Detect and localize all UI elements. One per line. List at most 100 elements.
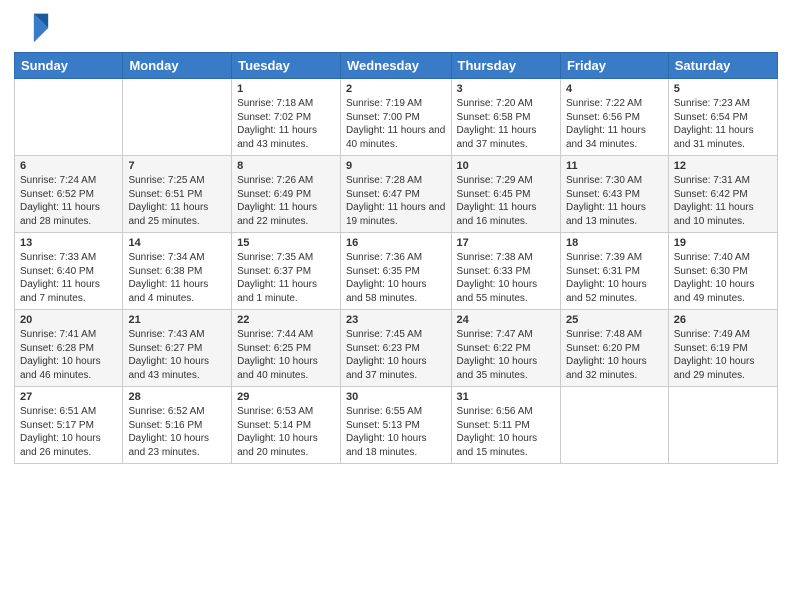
day-number: 25 (566, 314, 663, 326)
day-number: 2 (346, 83, 446, 95)
calendar-cell: 5 Sunrise: 7:23 AM Sunset: 6:54 PM Daylig… (668, 79, 777, 156)
week-row-4: 20 Sunrise: 7:41 AM Sunset: 6:28 PM Dayli… (15, 310, 778, 387)
calendar-cell: 10Sunrise: 7:29 AM Sunset: 6:45 PM Dayli… (451, 156, 560, 233)
day-info: Sunrise: 7:43 AM Sunset: 6:27 PM Dayligh… (128, 328, 226, 382)
day-number: 20 (20, 314, 117, 326)
day-number: 10 (457, 160, 555, 172)
calendar-cell: 30 Sunrise: 6:55 AM Sunset: 5:13 PM Dayli… (340, 387, 451, 464)
day-info: Sunrise: 7:18 AM Sunset: 7:02 PM Dayligh… (237, 97, 335, 151)
calendar-cell: 27 Sunrise: 6:51 AM Sunset: 5:17 PM Dayli… (15, 387, 123, 464)
day-number: 18 (566, 237, 663, 249)
calendar-cell (15, 79, 123, 156)
day-info: Sunrise: 7:26 AM Sunset: 6:49 PM Dayligh… (237, 174, 335, 228)
logo (14, 10, 52, 46)
day-number: 23 (346, 314, 446, 326)
day-number: 11 (566, 160, 663, 172)
day-info: Sunrise: 7:31 AM Sunset: 6:42 PM Dayligh… (674, 174, 772, 228)
calendar-cell (560, 387, 668, 464)
week-row-3: 13 Sunrise: 7:33 AM Sunset: 6:40 PM Dayli… (15, 233, 778, 310)
calendar-cell: 7Sunrise: 7:25 AM Sunset: 6:51 PM Daylig… (123, 156, 232, 233)
day-info: Sunrise: 6:53 AM Sunset: 5:14 PM Dayligh… (237, 405, 335, 459)
day-number: 29 (237, 391, 335, 403)
calendar-cell: 22 Sunrise: 7:44 AM Sunset: 6:25 PM Dayli… (232, 310, 341, 387)
calendar-cell: 26Sunrise: 7:49 AM Sunset: 6:19 PM Dayli… (668, 310, 777, 387)
weekday-header-thursday: Thursday (451, 53, 560, 79)
calendar-cell: 16 Sunrise: 7:36 AM Sunset: 6:35 PM Dayli… (340, 233, 451, 310)
day-info: Sunrise: 7:35 AM Sunset: 6:37 PM Dayligh… (237, 251, 335, 305)
day-number: 22 (237, 314, 335, 326)
day-number: 5 (674, 83, 772, 95)
calendar-cell: 24 Sunrise: 7:47 AM Sunset: 6:22 PM Dayli… (451, 310, 560, 387)
day-number: 21 (128, 314, 226, 326)
day-info: Sunrise: 7:39 AM Sunset: 6:31 PM Dayligh… (566, 251, 663, 305)
calendar-cell: 17Sunrise: 7:38 AM Sunset: 6:33 PM Dayli… (451, 233, 560, 310)
calendar-table: SundayMondayTuesdayWednesdayThursdayFrid… (14, 52, 778, 464)
calendar-cell: 9 Sunrise: 7:28 AM Sunset: 6:47 PM Daylig… (340, 156, 451, 233)
calendar-cell: 29 Sunrise: 6:53 AM Sunset: 5:14 PM Dayli… (232, 387, 341, 464)
day-number: 15 (237, 237, 335, 249)
day-info: Sunrise: 7:49 AM Sunset: 6:19 PM Dayligh… (674, 328, 772, 382)
calendar-cell: 14 Sunrise: 7:34 AM Sunset: 6:38 PM Dayli… (123, 233, 232, 310)
day-number: 30 (346, 391, 446, 403)
weekday-header-row: SundayMondayTuesdayWednesdayThursdayFrid… (15, 53, 778, 79)
day-info: Sunrise: 7:48 AM Sunset: 6:20 PM Dayligh… (566, 328, 663, 382)
weekday-header-monday: Monday (123, 53, 232, 79)
day-number: 31 (457, 391, 555, 403)
day-info: Sunrise: 7:45 AM Sunset: 6:23 PM Dayligh… (346, 328, 446, 382)
calendar-cell: 13 Sunrise: 7:33 AM Sunset: 6:40 PM Dayli… (15, 233, 123, 310)
calendar-cell (668, 387, 777, 464)
day-info: Sunrise: 7:23 AM Sunset: 6:54 PM Dayligh… (674, 97, 772, 151)
calendar-cell: 23 Sunrise: 7:45 AM Sunset: 6:23 PM Dayli… (340, 310, 451, 387)
day-info: Sunrise: 7:19 AM Sunset: 7:00 PM Dayligh… (346, 97, 446, 151)
day-info: Sunrise: 7:47 AM Sunset: 6:22 PM Dayligh… (457, 328, 555, 382)
day-info: Sunrise: 7:24 AM Sunset: 6:52 PM Dayligh… (20, 174, 117, 228)
day-number: 14 (128, 237, 226, 249)
day-info: Sunrise: 6:56 AM Sunset: 5:11 PM Dayligh… (457, 405, 555, 459)
day-number: 9 (346, 160, 446, 172)
day-info: Sunrise: 6:52 AM Sunset: 5:16 PM Dayligh… (128, 405, 226, 459)
day-number: 28 (128, 391, 226, 403)
calendar-cell: 15 Sunrise: 7:35 AM Sunset: 6:37 PM Dayli… (232, 233, 341, 310)
calendar-cell: 21 Sunrise: 7:43 AM Sunset: 6:27 PM Dayli… (123, 310, 232, 387)
weekday-header-friday: Friday (560, 53, 668, 79)
logo-icon (14, 10, 50, 46)
day-info: Sunrise: 7:44 AM Sunset: 6:25 PM Dayligh… (237, 328, 335, 382)
day-info: Sunrise: 7:34 AM Sunset: 6:38 PM Dayligh… (128, 251, 226, 305)
calendar-cell: 4Sunrise: 7:22 AM Sunset: 6:56 PM Daylig… (560, 79, 668, 156)
calendar-cell (123, 79, 232, 156)
day-number: 4 (566, 83, 663, 95)
page: SundayMondayTuesdayWednesdayThursdayFrid… (0, 0, 792, 612)
day-number: 27 (20, 391, 117, 403)
day-info: Sunrise: 7:36 AM Sunset: 6:35 PM Dayligh… (346, 251, 446, 305)
day-info: Sunrise: 7:20 AM Sunset: 6:58 PM Dayligh… (457, 97, 555, 151)
calendar-cell: 19Sunrise: 7:40 AM Sunset: 6:30 PM Dayli… (668, 233, 777, 310)
week-row-5: 27 Sunrise: 6:51 AM Sunset: 5:17 PM Dayli… (15, 387, 778, 464)
week-row-1: 1 Sunrise: 7:18 AM Sunset: 7:02 PM Daylig… (15, 79, 778, 156)
weekday-header-tuesday: Tuesday (232, 53, 341, 79)
calendar-cell: 25 Sunrise: 7:48 AM Sunset: 6:20 PM Dayli… (560, 310, 668, 387)
day-number: 3 (457, 83, 555, 95)
calendar-cell: 12 Sunrise: 7:31 AM Sunset: 6:42 PM Dayli… (668, 156, 777, 233)
day-info: Sunrise: 7:28 AM Sunset: 6:47 PM Dayligh… (346, 174, 446, 228)
day-number: 7 (128, 160, 226, 172)
calendar-cell: 28 Sunrise: 6:52 AM Sunset: 5:16 PM Dayli… (123, 387, 232, 464)
day-info: Sunrise: 7:38 AM Sunset: 6:33 PM Dayligh… (457, 251, 555, 305)
weekday-header-sunday: Sunday (15, 53, 123, 79)
day-info: Sunrise: 7:41 AM Sunset: 6:28 PM Dayligh… (20, 328, 117, 382)
day-number: 1 (237, 83, 335, 95)
day-number: 24 (457, 314, 555, 326)
week-row-2: 6Sunrise: 7:24 AM Sunset: 6:52 PM Daylig… (15, 156, 778, 233)
day-info: Sunrise: 7:40 AM Sunset: 6:30 PM Dayligh… (674, 251, 772, 305)
day-info: Sunrise: 6:55 AM Sunset: 5:13 PM Dayligh… (346, 405, 446, 459)
weekday-header-wednesday: Wednesday (340, 53, 451, 79)
calendar-cell: 3 Sunrise: 7:20 AM Sunset: 6:58 PM Daylig… (451, 79, 560, 156)
day-info: Sunrise: 7:33 AM Sunset: 6:40 PM Dayligh… (20, 251, 117, 305)
day-number: 13 (20, 237, 117, 249)
header (14, 10, 778, 46)
weekday-header-saturday: Saturday (668, 53, 777, 79)
calendar-cell: 1 Sunrise: 7:18 AM Sunset: 7:02 PM Daylig… (232, 79, 341, 156)
day-number: 16 (346, 237, 446, 249)
day-number: 12 (674, 160, 772, 172)
day-info: Sunrise: 6:51 AM Sunset: 5:17 PM Dayligh… (20, 405, 117, 459)
calendar-cell: 11Sunrise: 7:30 AM Sunset: 6:43 PM Dayli… (560, 156, 668, 233)
